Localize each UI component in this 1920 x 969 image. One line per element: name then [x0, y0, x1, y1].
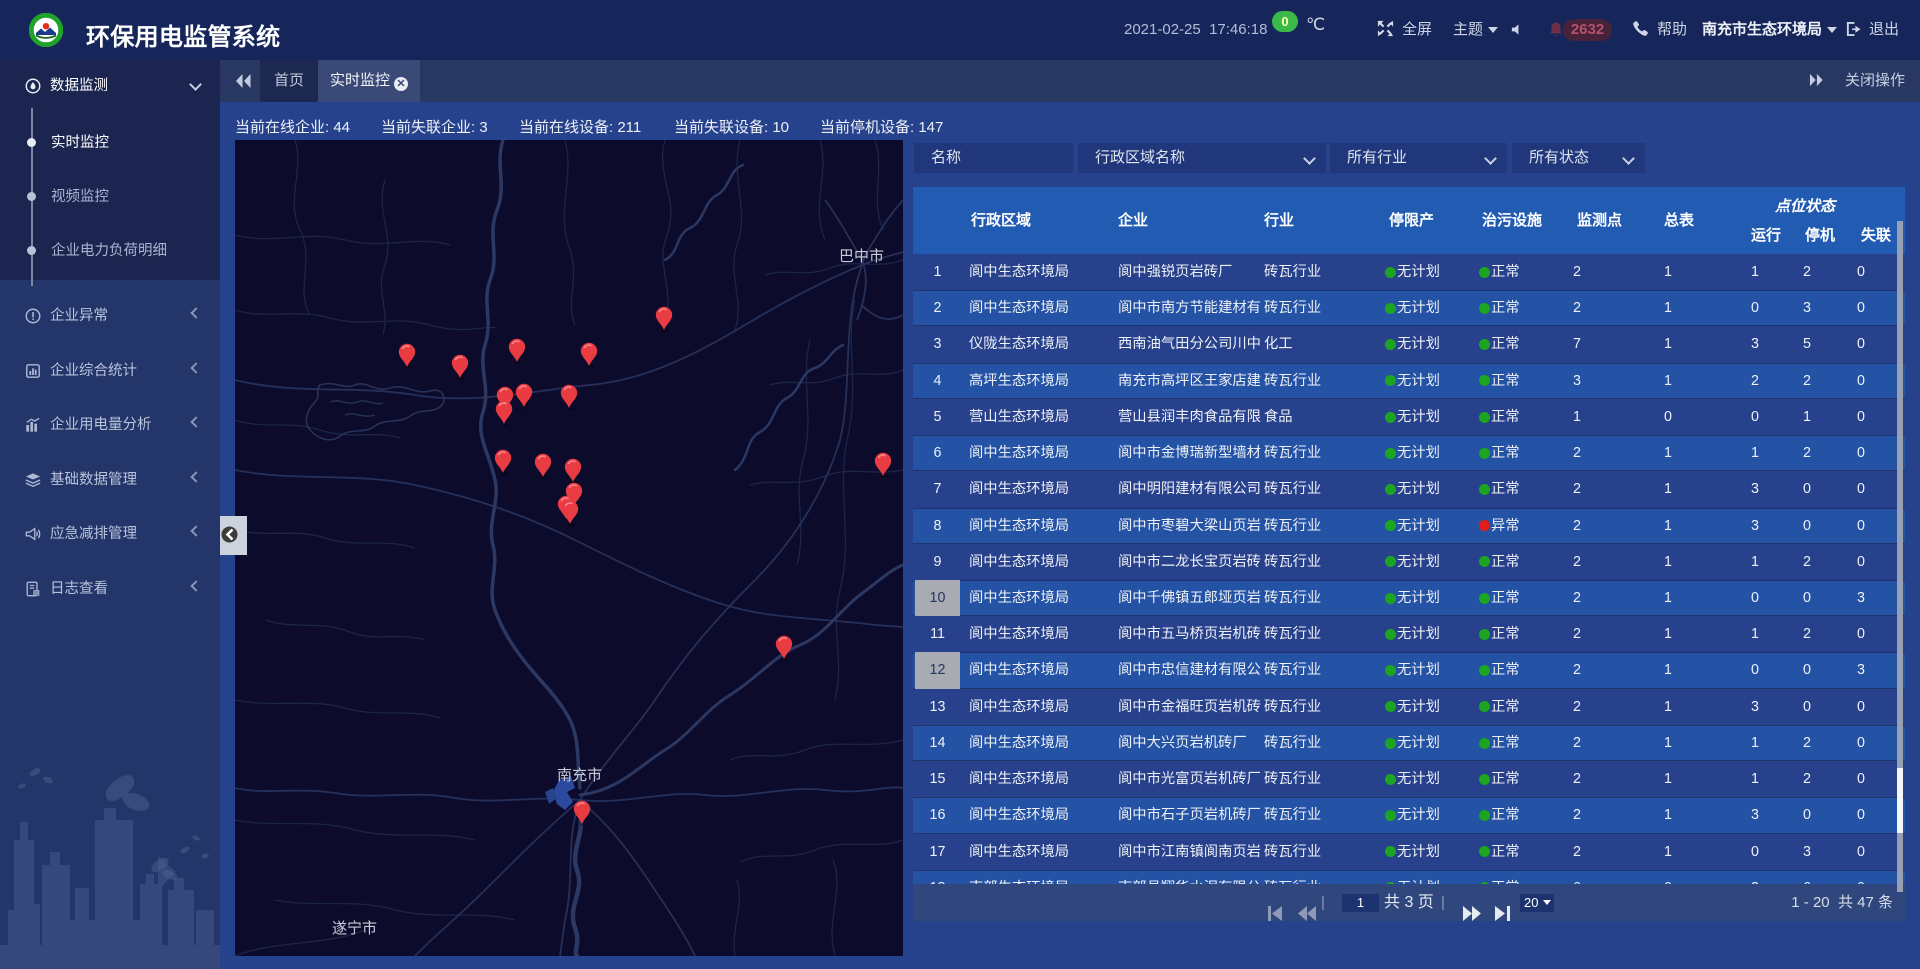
svg-text:南充市: 南充市	[557, 767, 602, 784]
svg-text:遂宁市: 遂宁市	[332, 920, 377, 937]
svg-text:巴中市: 巴中市	[839, 248, 884, 265]
